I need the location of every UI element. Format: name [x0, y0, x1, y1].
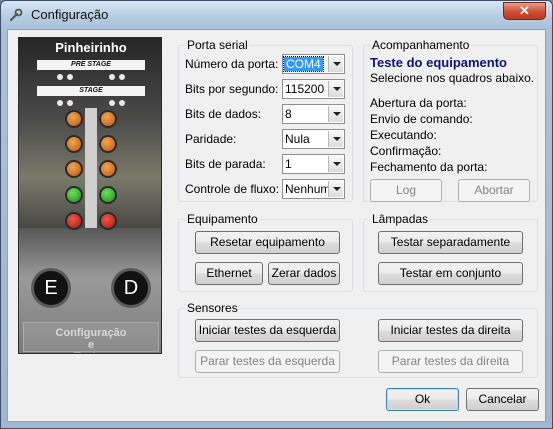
- stop-bits-label: Bits de parada:: [185, 157, 266, 171]
- chevron-down-icon[interactable]: [328, 56, 343, 72]
- red-lamp: [99, 212, 117, 230]
- chevron-down-icon[interactable]: [328, 106, 343, 122]
- stop-left-tests-button[interactable]: Parar testes da esquerda: [195, 350, 340, 373]
- pre-stage-bulb: [67, 74, 73, 80]
- close-port-status: Fechamento da porta:: [370, 160, 488, 174]
- stage-bulb: [57, 100, 63, 106]
- reset-equipment-button[interactable]: Resetar equipamento: [195, 231, 340, 254]
- stage-bulb: [67, 100, 73, 106]
- stop-bits-select[interactable]: 1: [282, 154, 345, 174]
- monitor-group: Acompanhamento Teste do equipamento Sele…: [363, 38, 538, 202]
- chevron-down-icon[interactable]: [328, 156, 343, 172]
- stage-label: STAGE: [37, 86, 145, 96]
- window-title: Configuração: [31, 7, 109, 22]
- open-port-status: Abertura da porta:: [370, 96, 467, 110]
- title-bar[interactable]: Configuração ✕: [1, 1, 552, 29]
- abort-button[interactable]: Abortar: [458, 179, 530, 202]
- wrench-icon: [9, 8, 23, 22]
- chevron-down-icon[interactable]: [328, 181, 343, 197]
- amber-lamp: [99, 135, 117, 153]
- serial-port-group: Porta serial Número da porta: COM4 Bits …: [178, 38, 353, 202]
- start-right-tests-button[interactable]: Iniciar testes da direita: [378, 319, 523, 342]
- pre-stage-label: PRE STAGE: [37, 60, 145, 70]
- clear-data-button[interactable]: Zerar dados: [268, 262, 340, 285]
- red-lamp: [65, 212, 83, 230]
- port-number-select[interactable]: COM4: [282, 54, 345, 74]
- test-separately-button[interactable]: Testar separadamente: [378, 231, 523, 254]
- ok-button[interactable]: Ok: [386, 388, 459, 411]
- running-status: Executando:: [370, 128, 437, 142]
- parity-value: Nula: [285, 132, 310, 146]
- ethernet-button[interactable]: Ethernet: [195, 262, 263, 285]
- monitor-heading: Teste do equipamento: [370, 55, 507, 70]
- drag-race-graphic: Pinheirinho PRE STAGE STAGE E D Configur…: [18, 37, 162, 354]
- cancel-button[interactable]: Cancelar: [466, 388, 539, 411]
- dialog-window: Configuração ✕ Pinheirinho PRE STAGE STA…: [0, 0, 553, 429]
- stage-bulb: [119, 100, 125, 106]
- monitor-legend: Acompanhamento: [370, 38, 472, 52]
- monitor-hint: Selecione nos quadros abaixo.: [370, 71, 535, 85]
- brand-title: Pinheirinho: [55, 40, 127, 55]
- baud-rate-label: Bits por segundo:: [185, 82, 279, 96]
- right-lane-button: D: [111, 268, 151, 308]
- amber-lamp: [99, 110, 117, 128]
- parity-label: Paridade:: [185, 132, 237, 146]
- lamps-group: Lâmpadas Testar separadamente Testar em …: [363, 212, 538, 292]
- flow-control-label: Controle de fluxo:: [185, 182, 280, 196]
- green-lamp: [99, 186, 117, 204]
- chevron-down-icon[interactable]: [328, 81, 343, 97]
- sensors-group: Sensores Iniciar testes da esquerda Inic…: [178, 301, 538, 378]
- confirmation-status: Confirmação:: [370, 144, 442, 158]
- amber-lamp: [65, 110, 83, 128]
- test-together-button[interactable]: Testar em conjunto: [378, 262, 523, 285]
- stop-bits-value: 1: [285, 157, 292, 171]
- chevron-down-icon[interactable]: [328, 131, 343, 147]
- start-left-tests-button[interactable]: Iniciar testes da esquerda: [195, 319, 340, 342]
- left-lane-button: E: [31, 268, 71, 308]
- tree-pole: [85, 108, 97, 228]
- close-button[interactable]: ✕: [503, 2, 546, 20]
- data-bits-value: 8: [285, 107, 292, 121]
- pre-stage-bulb: [57, 74, 63, 80]
- flow-control-select[interactable]: Nenhum: [282, 179, 345, 199]
- amber-lamp: [99, 160, 117, 178]
- stop-right-tests-button[interactable]: Parar testes da direita: [378, 350, 523, 373]
- equipment-group: Equipamento Resetar equipamento Ethernet…: [178, 212, 353, 292]
- port-number-label: Número da porta:: [185, 57, 279, 71]
- parity-select[interactable]: Nula: [282, 129, 345, 149]
- port-number-value: COM4: [283, 56, 324, 72]
- green-lamp: [65, 186, 83, 204]
- send-command-status: Envio de comando:: [370, 112, 473, 126]
- amber-lamp: [65, 160, 83, 178]
- stage-bulb: [109, 100, 115, 106]
- log-button[interactable]: Log: [370, 179, 442, 202]
- amber-lamp: [65, 135, 83, 153]
- config-caption: Configuração e Testes: [55, 327, 127, 353]
- equipment-legend: Equipamento: [185, 212, 260, 226]
- sensors-legend: Sensores: [185, 301, 240, 315]
- serial-port-legend: Porta serial: [185, 38, 250, 52]
- baud-rate-select[interactable]: 115200: [282, 79, 345, 99]
- flow-control-value: Nenhum: [285, 182, 331, 196]
- data-bits-select[interactable]: 8: [282, 104, 345, 124]
- pre-stage-bulb: [119, 74, 125, 80]
- lamps-legend: Lâmpadas: [370, 212, 431, 226]
- client-area: Pinheirinho PRE STAGE STAGE E D Configur…: [7, 29, 546, 422]
- pre-stage-bulb: [109, 74, 115, 80]
- baud-rate-value: 115200: [285, 82, 325, 96]
- data-bits-label: Bits de dados:: [185, 107, 262, 121]
